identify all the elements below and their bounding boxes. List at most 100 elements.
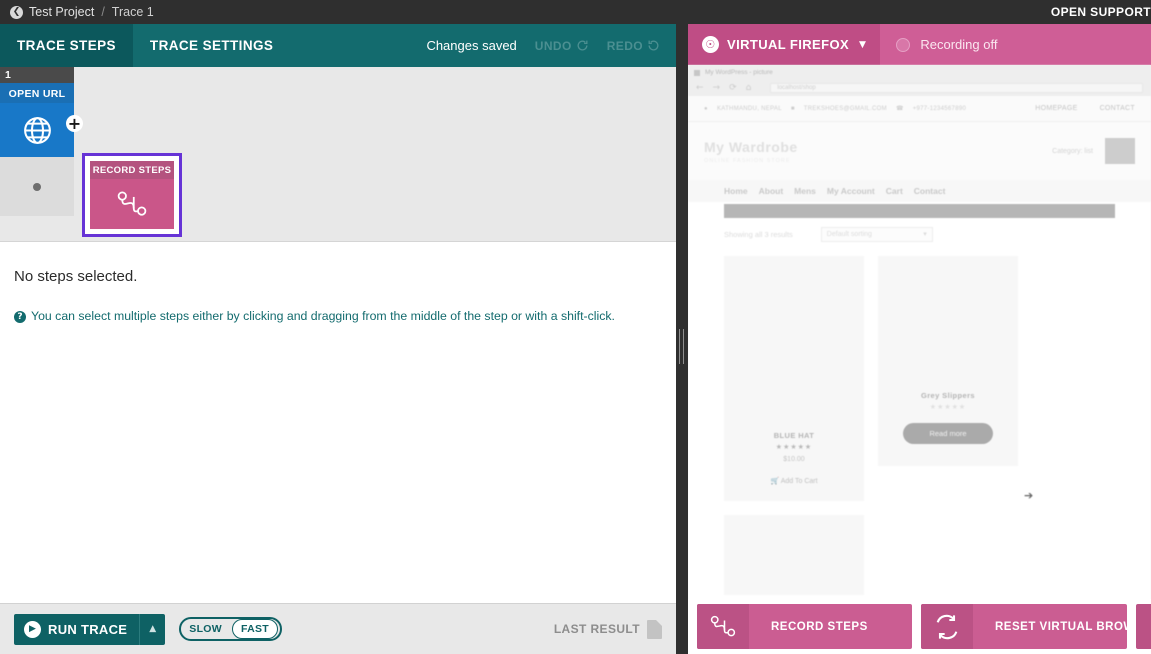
product-card-blue-hat[interactable]: BLUE HAT ★★★★★ $10.00 🛒 Add To Cart (724, 256, 864, 501)
speed-toggle[interactable]: SLOW FAST (179, 617, 282, 641)
step-number: 1 (0, 67, 74, 83)
splitter-grip[interactable] (679, 329, 684, 364)
step-card-label: OPEN URL (0, 83, 74, 103)
undo-label: UNDO (535, 39, 572, 53)
speed-option-fast[interactable]: FAST (232, 619, 278, 639)
tab-trace-settings-label: TRACE SETTINGS (150, 38, 273, 53)
step-card-open-url[interactable]: OPEN URL (0, 83, 74, 157)
browser-chrome: My WordPress - picture ← → ⟳ ⌂ localhost… (688, 65, 1151, 96)
site-banner (724, 204, 1115, 218)
site-topbar: ● KATHMANDU, NEPAL ■ TREKSHOES@GMAIL.COM… (688, 96, 1151, 122)
tab-bar-actions: Changes saved UNDO REDO (426, 24, 676, 67)
run-trace-dropdown[interactable]: ▲ (139, 614, 165, 645)
reset-virtual-browser-button-label: RESET VIRTUAL BROWSER (973, 621, 1127, 633)
product-grid: BLUE HAT ★★★★★ $10.00 🛒 Add To Cart Grey… (688, 250, 1151, 501)
record-dot-icon (896, 38, 910, 52)
undo-button[interactable]: UNDO (535, 39, 589, 53)
redo-button[interactable]: REDO (607, 39, 660, 53)
record-steps-button-label: RECORD STEPS (749, 621, 890, 633)
undo-icon (576, 39, 589, 52)
product-title: Grey Slippers (921, 391, 975, 400)
site-link-contact[interactable]: CONTACT (1100, 105, 1135, 112)
step-footer[interactable] (0, 157, 74, 216)
address-bar[interactable]: localhost/shop (770, 83, 1143, 93)
record-steps-icon (114, 179, 150, 229)
caret-down-icon: ▼ (859, 40, 866, 50)
product-title: BLUE HAT (774, 431, 815, 440)
redo-label: REDO (607, 39, 643, 53)
extra-action-button[interactable] (1136, 604, 1151, 649)
product-card-grey-slippers[interactable]: Grey Slippers ★★★★★ Read more (878, 256, 1018, 466)
browser-tab-favicon (694, 70, 700, 76)
steps-strip: 1 OPEN URL (0, 67, 676, 242)
run-trace-label: RUN TRACE (48, 622, 139, 637)
virtual-firefox-selector[interactable]: ☉ VIRTUAL FIREFOX ▼ (688, 24, 880, 65)
extra-action-icon (1136, 604, 1151, 649)
globe-icon (21, 103, 54, 157)
open-support-button[interactable]: OPEN SUPPORT (1051, 0, 1151, 24)
site-nav-home[interactable]: Home (724, 186, 748, 196)
virtual-browser-viewport[interactable]: My WordPress - picture ← → ⟳ ⌂ localhost… (688, 65, 1151, 612)
trace-editor-panel: TRACE STEPS TRACE SETTINGS Changes saved… (0, 24, 676, 654)
reload-icon[interactable]: ⟳ (729, 83, 737, 93)
refresh-icon (921, 604, 973, 649)
trace-footer-bar: ▶ RUN TRACE ▲ SLOW FAST LAST RESULT (0, 603, 676, 654)
site-menu-button[interactable] (1105, 138, 1135, 164)
site-nav: Home About Mens My Account Cart Contact (688, 180, 1151, 202)
browser-tab-row: My WordPress - picture (688, 65, 1151, 80)
panel-splitter[interactable] (676, 24, 688, 654)
add-to-cart-button[interactable]: 🛒 Add To Cart (770, 477, 817, 485)
tab-trace-steps[interactable]: TRACE STEPS (0, 24, 133, 67)
sorting-select[interactable]: Default sorting ▾ (821, 227, 933, 242)
breadcrumb-project[interactable]: Test Project (29, 5, 94, 19)
site-nav-about[interactable]: About (759, 186, 784, 196)
record-steps-card[interactable]: RECORD STEPS (90, 161, 174, 229)
question-mark-icon: ? (14, 311, 26, 323)
site-nav-mens[interactable]: Mens (794, 186, 816, 196)
selection-info: No steps selected. ? You can select mult… (0, 242, 676, 323)
virtual-browser-header: ☉ VIRTUAL FIREFOX ▼ Recording off (688, 24, 1151, 65)
product-card-third[interactable] (724, 515, 864, 595)
site-logo-subtext: ONLINE FASHION STORE (704, 158, 798, 164)
site-link-homepage[interactable]: HOMEPAGE (1035, 105, 1077, 112)
site-topbar-links: HOMEPAGE CONTACT (1035, 105, 1135, 112)
breadcrumb-separator: / (101, 5, 104, 19)
breadcrumb-trace[interactable]: Trace 1 (112, 5, 154, 19)
save-status: Changes saved (426, 38, 516, 53)
step-column-1: 1 OPEN URL (0, 67, 74, 216)
browser-tab-title[interactable]: My WordPress - picture (705, 69, 773, 76)
last-result-label: LAST RESULT (554, 622, 640, 636)
back-arrow-icon[interactable]: ❮ (10, 6, 23, 19)
document-icon (647, 620, 662, 639)
hint-row: ? You can select multiple steps either b… (14, 309, 662, 323)
record-steps-button[interactable]: RECORD STEPS (697, 604, 912, 649)
site-nav-my-account[interactable]: My Account (827, 186, 875, 196)
add-step-button[interactable]: + (66, 115, 83, 132)
site-location: KATHMANDU, NEPAL (717, 106, 782, 112)
record-steps-card-selected[interactable]: RECORD STEPS (82, 153, 182, 237)
reset-virtual-browser-button[interactable]: RESET VIRTUAL BROWSER (921, 604, 1127, 649)
chevron-down-icon: ▾ (923, 230, 927, 238)
speed-option-slow[interactable]: SLOW (181, 619, 230, 639)
site-email[interactable]: TREKSHOES@GMAIL.COM (804, 106, 887, 112)
home-icon[interactable]: ⌂ (746, 83, 752, 93)
virtual-firefox-label: VIRTUAL FIREFOX (727, 37, 849, 52)
site-logo[interactable]: My Wardrobe ONLINE FASHION STORE (704, 139, 798, 164)
last-result-button[interactable]: LAST RESULT (554, 620, 662, 639)
run-trace-button[interactable]: ▶ RUN TRACE ▲ (14, 614, 165, 645)
site-logo-text: My Wardrobe (704, 139, 798, 155)
product-rating-stars: ★★★★★ (776, 443, 812, 451)
back-icon[interactable]: ← (696, 83, 704, 93)
site-category-label[interactable]: Category: list (1052, 148, 1093, 155)
forward-icon[interactable]: → (713, 83, 721, 93)
recording-status[interactable]: Recording off (880, 24, 1013, 65)
envelope-icon: ■ (791, 106, 795, 112)
tab-trace-settings[interactable]: TRACE SETTINGS (133, 24, 290, 67)
redo-icon (647, 39, 660, 52)
no-steps-selected-text: No steps selected. (14, 268, 662, 285)
site-nav-cart[interactable]: Cart (886, 186, 903, 196)
site-nav-contact[interactable]: Contact (914, 186, 946, 196)
product-grid-row-2 (688, 501, 1151, 595)
read-more-button[interactable]: Read more (903, 423, 992, 444)
product-rating-stars: ★★★★★ (930, 403, 966, 411)
